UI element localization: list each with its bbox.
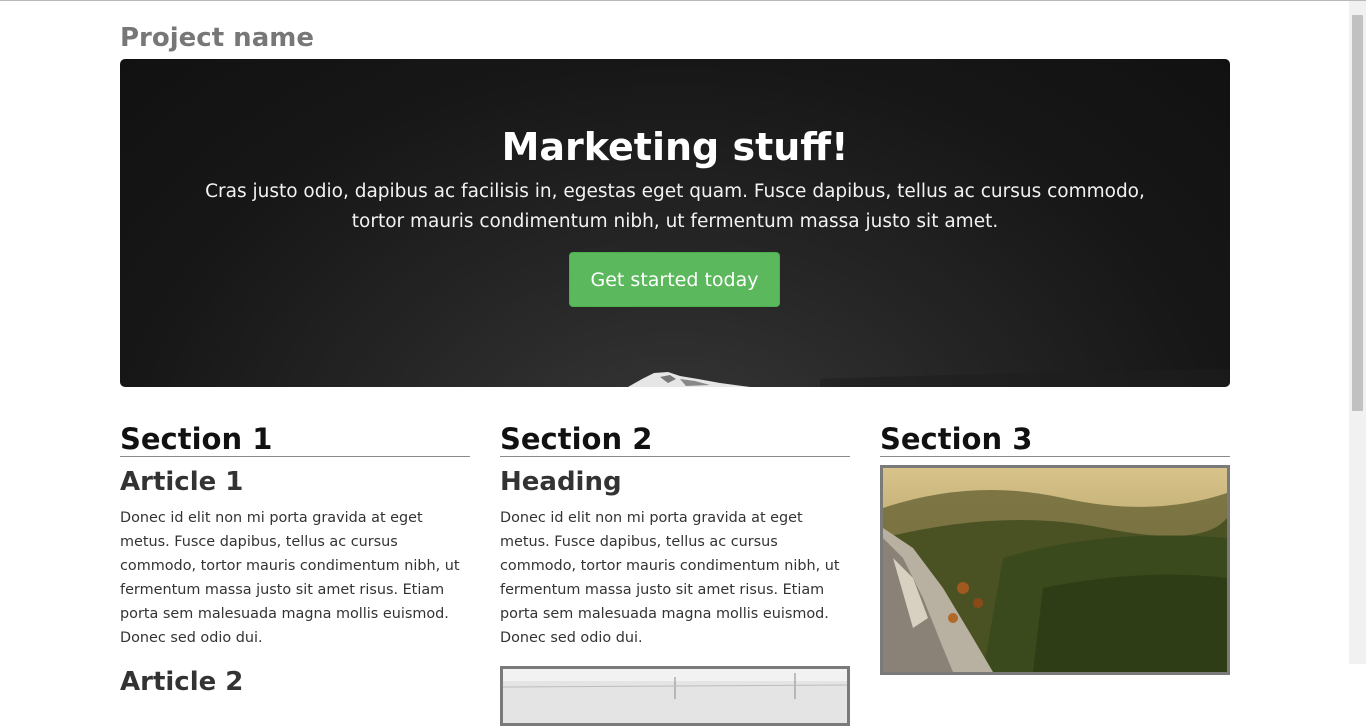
brand-title[interactable]: Project name (120, 22, 314, 54)
hero-banner: Marketing stuff! Cras justo odio, dapibu… (120, 59, 1230, 387)
hero-description: Cras justo odio, dapibus ac facilisis in… (205, 181, 1145, 232)
section-1-column: Section 1 Article 1 Donec id elit non mi… (120, 421, 470, 699)
article-2-title: Article 2 (120, 667, 244, 697)
section-2-text: Donec id elit non mi porta gravida at eg… (500, 510, 840, 646)
section-3-title: Section 3 (880, 421, 1230, 457)
scrollbar-thumb[interactable] (1352, 15, 1363, 411)
section-2-heading: Heading (500, 467, 622, 497)
bw-landscape-image (500, 666, 850, 726)
get-started-button[interactable]: Get started today (569, 252, 780, 307)
section-1-title: Section 1 (120, 421, 470, 457)
hero-title: Marketing stuff! (501, 125, 849, 169)
section-3-column: Section 3 (880, 421, 1230, 675)
forest-valley-image (880, 465, 1230, 675)
article-1-text: Donec id elit non mi porta gravida at eg… (120, 510, 460, 646)
section-2-title: Section 2 (500, 421, 850, 457)
vertical-scrollbar[interactable] (1349, 1, 1366, 664)
article-1-title: Article 1 (120, 467, 244, 497)
section-2-column: Section 2 Heading Donec id elit non mi p… (500, 421, 850, 726)
